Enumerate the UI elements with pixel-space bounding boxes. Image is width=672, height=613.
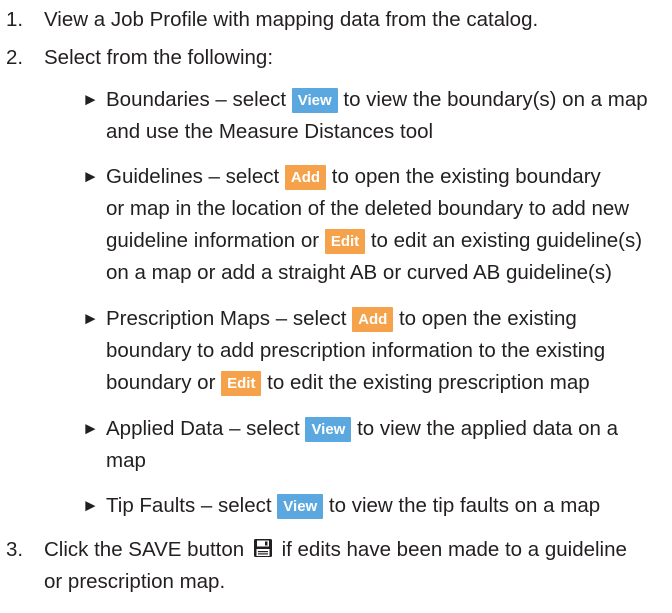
line-text: to open the existing boundary xyxy=(331,165,601,188)
line-text: Prescription Maps – select xyxy=(106,307,347,330)
step-number: 2. xyxy=(6,46,24,69)
bullet-triangle-icon: ► xyxy=(82,167,99,186)
line-text: to view the boundary(s) on a map xyxy=(343,88,648,111)
line-text: Click the SAVE button xyxy=(44,538,245,561)
edit-button[interactable]: Edit xyxy=(324,229,366,254)
item-line: on a map or add a straight AB or curved … xyxy=(106,257,666,289)
line-text: Boundaries – select xyxy=(106,88,287,111)
bullet-triangle-icon: ► xyxy=(82,496,99,515)
line-text: to edit the existing prescription map xyxy=(267,371,590,394)
line-text: on a map or add a straight AB or curved … xyxy=(106,261,612,284)
item-line: boundary to add prescription information… xyxy=(106,335,666,367)
item-line: Tip Faults – select View to view the tip… xyxy=(106,490,666,522)
edit-button[interactable]: Edit xyxy=(221,371,262,396)
line-text: boundary to add prescription information… xyxy=(106,339,606,362)
line-text: or prescription map. xyxy=(44,570,226,593)
line-text: to edit an existing guideline(s) xyxy=(370,229,643,252)
item-line: and use the Measure Distances tool xyxy=(106,116,666,148)
line-text: to view the tip faults on a map xyxy=(328,494,601,517)
line-text: to view the applied data on a xyxy=(357,417,619,440)
list-item-applied-data: ► Applied Data – select View to view the… xyxy=(82,413,666,477)
instruction-list: 1. View a Job Profile with mapping data … xyxy=(0,0,672,613)
line-text: or map in the location of the deleted bo… xyxy=(106,197,630,220)
item-line: or map in the location of the deleted bo… xyxy=(106,193,666,225)
list-item-tip-faults: ► Tip Faults – select View to view the t… xyxy=(82,490,666,522)
line-text: guideline information or xyxy=(106,229,320,252)
step-number: 3. xyxy=(6,538,24,561)
line-text: boundary or xyxy=(106,371,216,394)
item-line: or prescription map. xyxy=(44,566,666,598)
bullet-triangle-icon: ► xyxy=(82,309,99,328)
list-item-boundaries: ► Boundaries – select View to view the b… xyxy=(82,84,666,148)
step-text: Click the SAVE button if edits have been… xyxy=(44,534,666,598)
item-line: Click the SAVE button if edits have been… xyxy=(44,534,666,566)
item-line: Prescription Maps – select Add to open t… xyxy=(106,303,666,335)
line-text: if edits have been made to a guideline xyxy=(281,538,627,561)
line-text: Applied Data – select xyxy=(106,417,300,440)
line-text: Tip Faults – select xyxy=(106,494,272,517)
bullet-triangle-icon: ► xyxy=(82,419,99,438)
step-text: Select from the following: xyxy=(44,46,274,69)
item-line: Guidelines – select Add to open the exis… xyxy=(106,161,666,193)
view-button[interactable]: View xyxy=(305,417,352,442)
item-line: Applied Data – select View to view the a… xyxy=(106,413,666,445)
list-item-guidelines: ► Guidelines – select Add to open the ex… xyxy=(82,161,666,289)
item-line: map xyxy=(106,445,666,477)
add-button[interactable]: Add xyxy=(284,165,327,190)
line-text: and use the Measure Distances tool xyxy=(106,120,434,143)
item-line: Boundaries – select View to view the bou… xyxy=(106,84,666,116)
item-line: boundary or Edit to edit the existing pr… xyxy=(106,367,666,399)
view-button[interactable]: View xyxy=(291,88,338,113)
list-item-prescription-maps: ► Prescription Maps – select Add to open… xyxy=(82,303,666,399)
item-line: guideline information or Edit to edit an… xyxy=(106,225,666,257)
bullet-triangle-icon: ► xyxy=(82,90,99,109)
save-icon[interactable] xyxy=(253,538,273,558)
step-number: 1. xyxy=(6,8,24,31)
step-text: View a Job Profile with mapping data fro… xyxy=(44,8,539,31)
view-button[interactable]: View xyxy=(277,494,324,519)
line-text: map xyxy=(106,449,146,472)
line-text: Guidelines – select xyxy=(106,165,280,188)
line-text: to open the existing xyxy=(398,307,577,330)
add-button[interactable]: Add xyxy=(352,307,394,332)
